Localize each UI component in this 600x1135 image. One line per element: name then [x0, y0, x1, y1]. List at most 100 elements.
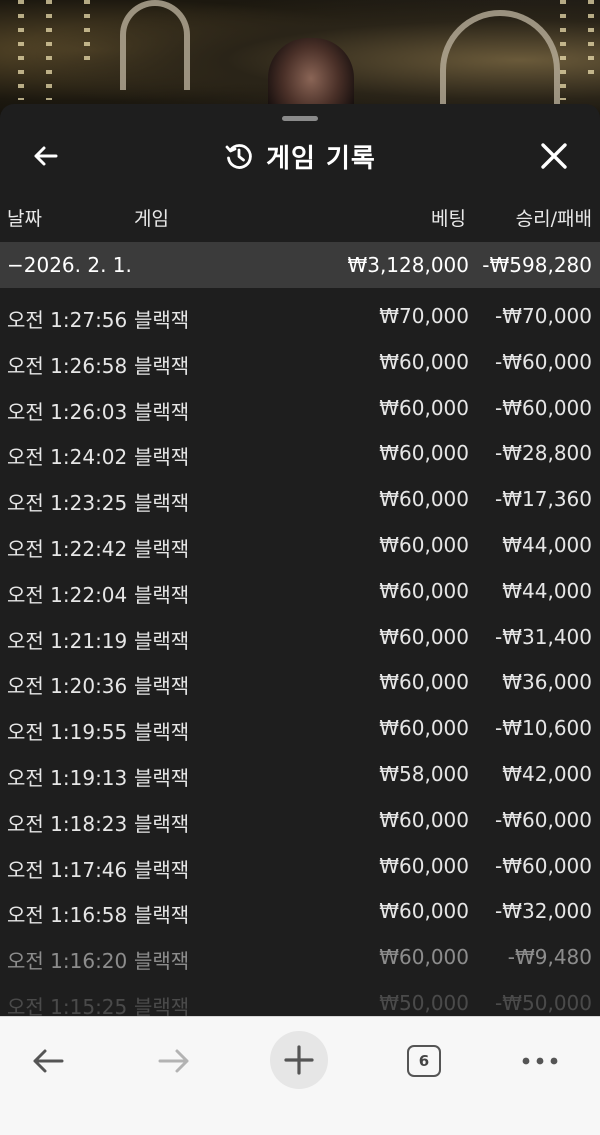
column-header-game[interactable]: 게임 [134, 204, 169, 231]
close-button[interactable] [534, 136, 574, 176]
row-time: 오전 1:20:36 [7, 674, 128, 699]
table-row[interactable]: 오전 1:17:46 블랙잭 ₩60,000 -₩60,000 [0, 842, 600, 888]
row-time: 오전 1:19:13 [7, 765, 128, 790]
browser-back-button[interactable] [18, 1031, 78, 1091]
row-time: 오전 1:24:02 [7, 445, 128, 470]
row-bet: ₩60,000 [379, 578, 469, 603]
table-row[interactable]: 오전 1:19:55 블랙잭 ₩60,000 -₩10,600 [0, 704, 600, 750]
date-group-win-loss-total: -₩598,280 [482, 253, 592, 277]
history-icon [225, 144, 252, 169]
row-win-loss: -₩10,600 [495, 716, 592, 741]
arrow-left-icon [33, 1049, 64, 1073]
row-bet: ₩60,000 [379, 945, 469, 970]
row-game: 블랙잭 [134, 445, 190, 470]
row-bet: ₩60,000 [379, 670, 469, 695]
row-time: 오전 1:23:25 [7, 491, 128, 516]
more-dots-icon [522, 1057, 558, 1065]
table-row[interactable]: 오전 1:22:04 블랙잭 ₩60,000 ₩44,000 [0, 567, 600, 613]
row-game: 블랙잭 [134, 949, 190, 974]
more-menu-button[interactable] [510, 1031, 570, 1091]
table-row[interactable]: 오전 1:23:25 블랙잭 ₩60,000 -₩17,360 [0, 475, 600, 521]
row-win-loss: -₩60,000 [495, 853, 592, 878]
column-header-date[interactable]: 날짜 [7, 204, 42, 231]
browser-forward-button[interactable] [144, 1031, 204, 1091]
records-list: 오전 1:27:56 블랙잭 ₩70,000 -₩70,000 오전 1:26:… [0, 292, 600, 1016]
row-game: 블랙잭 [134, 674, 190, 699]
table-row[interactable]: 오전 1:16:20 블랙잭 ₩60,000 -₩9,480 [0, 933, 600, 979]
table-row[interactable]: 오전 1:24:02 블랙잭 ₩60,000 -₩28,800 [0, 429, 600, 475]
row-bet: ₩60,000 [379, 899, 469, 924]
row-game: 블랙잭 [134, 903, 190, 928]
row-win-loss: -₩50,000 [495, 990, 592, 1015]
row-game: 블랙잭 [134, 353, 190, 378]
table-row[interactable]: 오전 1:18:23 블랙잭 ₩60,000 -₩60,000 [0, 796, 600, 842]
row-win-loss: -₩60,000 [495, 349, 592, 374]
row-win-loss: ₩42,000 [502, 761, 592, 786]
row-bet: ₩60,000 [379, 807, 469, 832]
row-time: 오전 1:26:58 [7, 353, 128, 378]
row-time: 오전 1:18:23 [7, 811, 128, 836]
header-title-group: 게임 기록 [0, 136, 600, 176]
date-group-bet-total: ₩3,128,000 [347, 253, 469, 277]
sheet-header: 게임 기록 [0, 126, 600, 186]
table-row[interactable]: 오전 1:15:25 블랙잭 ₩50,000 -₩50,000 [0, 979, 600, 1016]
row-game: 블랙잭 [134, 994, 190, 1016]
table-row[interactable]: 오전 1:21:19 블랙잭 ₩60,000 -₩31,400 [0, 613, 600, 659]
row-win-loss: -₩60,000 [495, 807, 592, 832]
table-row[interactable]: 오전 1:19:13 블랙잭 ₩58,000 ₩42,000 [0, 750, 600, 796]
row-bet: ₩50,000 [379, 990, 469, 1015]
table-row[interactable]: 오전 1:26:03 블랙잭 ₩60,000 -₩60,000 [0, 384, 600, 430]
table-row[interactable]: 오전 1:20:36 블랙잭 ₩60,000 ₩36,000 [0, 658, 600, 704]
row-time: 오전 1:27:56 [7, 308, 128, 332]
row-win-loss: ₩44,000 [502, 578, 592, 603]
row-win-loss: -₩70,000 [495, 304, 592, 328]
row-game: 블랙잭 [134, 308, 190, 332]
close-icon [541, 143, 567, 169]
row-game: 블랙잭 [134, 811, 190, 836]
row-bet: ₩60,000 [379, 624, 469, 649]
tabs-button[interactable]: 6 [394, 1031, 454, 1091]
row-time: 오전 1:17:46 [7, 857, 128, 882]
table-row[interactable]: 오전 1:16:58 블랙잭 ₩60,000 -₩32,000 [0, 887, 600, 933]
row-win-loss: ₩44,000 [502, 532, 592, 557]
row-bet: ₩60,000 [379, 349, 469, 374]
row-time: 오전 1:21:19 [7, 628, 128, 653]
row-win-loss: -₩60,000 [495, 395, 592, 420]
row-time: 오전 1:26:03 [7, 399, 128, 424]
row-win-loss: -₩17,360 [495, 487, 592, 512]
date-group-row[interactable]: −2026. 2. 1. ₩3,128,000 -₩598,280 [0, 242, 600, 288]
row-win-loss: -₩32,000 [495, 899, 592, 924]
row-game: 블랙잭 [134, 628, 190, 653]
row-time: 오전 1:15:25 [7, 994, 128, 1016]
row-time: 오전 1:19:55 [7, 720, 128, 745]
row-bet: ₩60,000 [379, 395, 469, 420]
row-win-loss: -₩9,480 [507, 945, 592, 970]
column-header-bet[interactable]: 베팅 [431, 204, 466, 231]
row-time: 오전 1:16:20 [7, 949, 128, 974]
row-time: 오전 1:22:42 [7, 536, 128, 561]
new-tab-button[interactable] [270, 1031, 328, 1089]
browser-toolbar: 6 [0, 1016, 600, 1135]
row-game: 블랙잭 [134, 399, 190, 424]
arrow-right-icon [158, 1049, 189, 1073]
row-win-loss: -₩31,400 [495, 624, 592, 649]
table-row[interactable]: 오전 1:27:56 블랙잭 ₩70,000 -₩70,000 [0, 292, 600, 338]
row-bet: ₩60,000 [379, 487, 469, 512]
row-game: 블랙잭 [134, 536, 190, 561]
row-bet: ₩60,000 [379, 441, 469, 466]
tab-count: 6 [407, 1045, 441, 1077]
row-win-loss: ₩36,000 [502, 670, 592, 695]
row-game: 블랙잭 [134, 582, 190, 607]
row-time: 오전 1:22:04 [7, 582, 128, 607]
row-bet: ₩60,000 [379, 532, 469, 557]
row-game: 블랙잭 [134, 857, 190, 882]
table-row[interactable]: 오전 1:22:42 블랙잭 ₩60,000 ₩44,000 [0, 521, 600, 567]
game-history-sheet: 게임 기록 날짜 게임 베팅 승리/패배 −2026. 2. 1. ₩3,128… [0, 104, 600, 1016]
column-headers: 날짜 게임 베팅 승리/패배 [0, 204, 600, 234]
date-group-label: −2026. 2. 1. [7, 253, 132, 277]
row-bet: ₩60,000 [379, 853, 469, 878]
column-header-win-loss[interactable]: 승리/패배 [516, 204, 592, 231]
table-row[interactable]: 오전 1:26:58 블랙잭 ₩60,000 -₩60,000 [0, 338, 600, 384]
row-bet: ₩70,000 [379, 304, 469, 328]
sheet-grabber[interactable] [282, 116, 318, 121]
